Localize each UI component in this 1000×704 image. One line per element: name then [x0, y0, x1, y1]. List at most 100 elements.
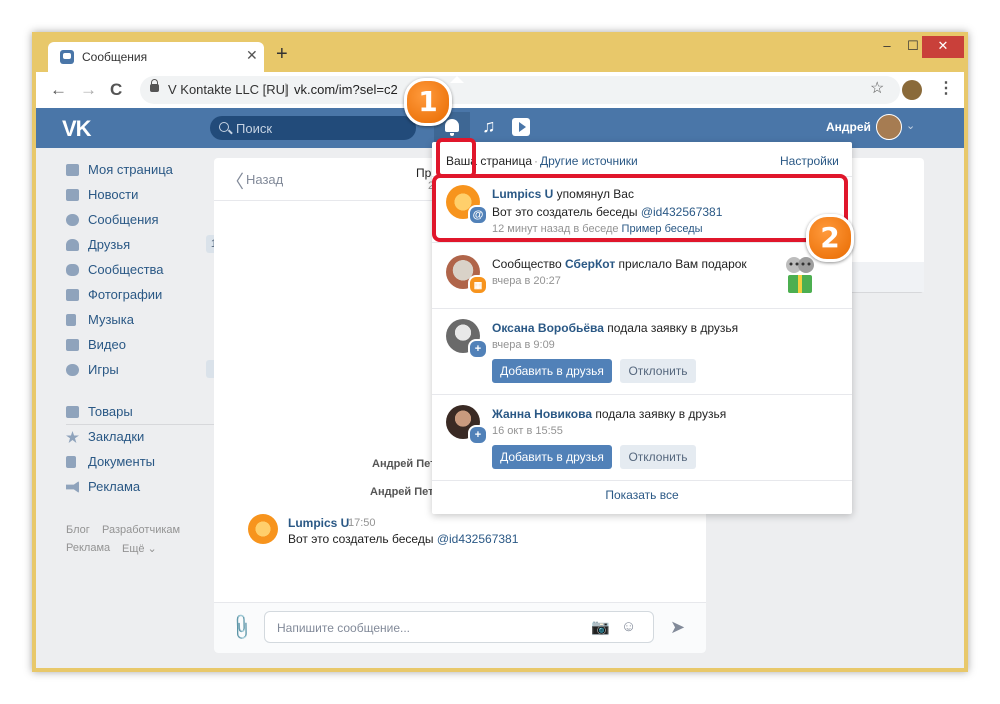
service-message[interactable]: Андрей Пет: [372, 458, 436, 470]
callout-badge-1: 1: [404, 78, 452, 126]
send-icon[interactable]: ➤: [670, 617, 685, 638]
message-mention-link[interactable]: @id432567381: [437, 532, 519, 546]
decline-button[interactable]: Отклонить: [620, 445, 696, 469]
message-input-placeholder: Напишите сообщение...: [277, 621, 411, 635]
forward-arrow-icon[interactable]: →: [80, 80, 97, 100]
notification-time: вчера в 9:09: [492, 339, 555, 351]
add-friend-button[interactable]: Добавить в друзья: [492, 445, 612, 469]
sidebar-item-label: Сообщения: [88, 212, 159, 227]
sidebar-item-my-page[interactable]: Моя страница: [66, 158, 232, 182]
decline-button[interactable]: Отклонить: [620, 359, 696, 383]
communities-icon: [66, 264, 79, 276]
gift-icon[interactable]: [780, 253, 820, 295]
search-icon: [219, 122, 229, 132]
tab-other-sources[interactable]: Другие источники: [540, 154, 638, 168]
highlight-mention-box: [432, 174, 848, 242]
sidebar-item-friends[interactable]: Друзья 19: [66, 233, 232, 257]
message-body: Вот это создатель беседы: [288, 532, 437, 546]
notification-friend-request[interactable]: + Жанна Новикова подала заявку в друзья …: [432, 394, 852, 481]
chevron-left-icon[interactable]: 〈: [226, 168, 244, 194]
sidebar-item-label: Моя страница: [88, 162, 173, 177]
tab-separator: ·: [534, 154, 538, 168]
back-arrow-icon[interactable]: ←: [50, 80, 67, 100]
notification-time: вчера в 20:27: [492, 275, 561, 287]
highlight-bell-box: [436, 138, 476, 178]
notifications-settings-link[interactable]: Настройки: [780, 154, 839, 168]
header-user-name[interactable]: Андрей: [826, 120, 871, 134]
sidebar-item-video[interactable]: Видео: [66, 333, 232, 357]
footer-link-ads[interactable]: Реклама: [66, 542, 110, 554]
message-author[interactable]: Lumpics U: [288, 516, 349, 530]
sidebar-item-news[interactable]: Новости: [66, 183, 232, 207]
sidebar-item-ads[interactable]: Реклама: [66, 475, 232, 499]
vk-messages-favicon-icon: [60, 50, 74, 64]
sidebar-item-label: Документы: [88, 454, 156, 469]
community-link[interactable]: СберКот: [565, 257, 615, 271]
gift-badge-icon: ▦: [468, 275, 488, 295]
message-author-avatar[interactable]: [248, 514, 278, 544]
back-button[interactable]: Назад: [246, 172, 283, 187]
user-link[interactable]: Жанна Новикова: [492, 407, 592, 421]
sidebar-item-games[interactable]: Игры 6: [66, 358, 232, 382]
paperclip-icon[interactable]: 📎: [226, 612, 257, 642]
film-icon: [66, 339, 79, 351]
vk-logo[interactable]: VK: [62, 116, 92, 142]
message-time: 17:50: [348, 517, 376, 529]
star-icon: [66, 431, 79, 443]
url-text[interactable]: vk.com/im?sel=c2: [294, 82, 398, 97]
sidebar-item-label: Видео: [88, 337, 126, 352]
chevron-down-icon[interactable]: ⌄: [906, 119, 915, 132]
megaphone-icon: [66, 481, 79, 493]
tab-close-icon[interactable]: ✕: [246, 47, 258, 64]
play-icon[interactable]: [512, 118, 530, 136]
bookmark-star-icon[interactable]: ☆: [870, 78, 884, 98]
sidebar-item-messages[interactable]: Сообщения: [66, 208, 232, 232]
user-link[interactable]: Оксана Воробьёва: [492, 321, 604, 335]
add-friend-button[interactable]: Добавить в друзья: [492, 359, 612, 383]
sidebar-item-communities[interactable]: Сообщества: [66, 258, 232, 282]
sidebar-item-bookmarks[interactable]: Закладки: [66, 425, 232, 449]
home-icon: [66, 164, 79, 176]
music-player-icon[interactable]: ♫: [482, 116, 496, 137]
add-friend-badge-icon: +: [468, 339, 488, 359]
sidebar-item-music[interactable]: Музыка: [66, 308, 232, 332]
sidebar-item-label: Игры: [88, 362, 119, 377]
browser-profile-avatar[interactable]: [902, 80, 922, 100]
browser-tab[interactable]: Сообщения ✕: [48, 42, 264, 72]
sidebar-item-label: Реклама: [88, 479, 141, 494]
notification-time: 16 окт в 15:55: [492, 425, 563, 437]
lock-icon[interactable]: [150, 79, 159, 92]
message-text: Вот это создатель беседы @id432567381: [288, 532, 518, 546]
emoji-icon[interactable]: ☺: [621, 618, 636, 635]
site-owner: V Kontakte LLC [RU]: [168, 82, 289, 97]
notification-gift[interactable]: ▦ Сообщество СберКот прислало Вам подаро…: [432, 242, 852, 309]
user-avatar[interactable]: [876, 114, 902, 140]
reload-icon[interactable]: C: [110, 80, 122, 100]
tab-title: Сообщения: [82, 50, 148, 64]
address-bar[interactable]: V Kontakte LLC [RU] | vk.com/im?sel=c2: [140, 76, 900, 104]
notification-friend-request[interactable]: + Оксана Воробьёва подала заявку в друзь…: [432, 308, 852, 395]
camera-icon[interactable]: 📷: [591, 618, 610, 636]
new-tab-button[interactable]: +: [276, 44, 288, 64]
sidebar-item-label: Фотографии: [88, 287, 163, 302]
messages-icon: [66, 214, 79, 226]
dropdown-pointer: [450, 76, 464, 83]
sidebar-item-photos[interactable]: Фотографии: [66, 283, 232, 307]
sidebar-item-documents[interactable]: Документы: [66, 450, 232, 474]
footer-link-more[interactable]: Ещё ⌄: [122, 542, 157, 555]
browser-menu-icon[interactable]: ⋮: [938, 78, 954, 98]
notification-title: Оксана Воробьёва подала заявку в друзья: [492, 321, 739, 335]
search-input[interactable]: Поиск: [210, 116, 416, 140]
sidebar-item-goods[interactable]: Товары: [66, 400, 232, 424]
chat-title[interactable]: Пр: [416, 166, 431, 180]
footer-link-blog[interactable]: Блог: [66, 524, 90, 536]
tab-bar: Сообщения ✕ + – ☐ ✕: [36, 36, 964, 72]
sidebar-item-label: Новости: [88, 187, 139, 202]
footer-link-developers[interactable]: Разработчикам: [102, 524, 180, 536]
show-all-link[interactable]: Показать все: [432, 488, 852, 502]
message-input[interactable]: Напишите сообщение... 📷 ☺: [264, 611, 654, 643]
sidebar-item-label: Закладки: [88, 429, 145, 444]
service-message[interactable]: Андрей Пет: [370, 486, 434, 498]
window-close-button[interactable]: ✕: [922, 36, 964, 58]
navigation-bar: ← → C V Kontakte LLC [RU] | vk.com/im?se…: [36, 72, 964, 109]
